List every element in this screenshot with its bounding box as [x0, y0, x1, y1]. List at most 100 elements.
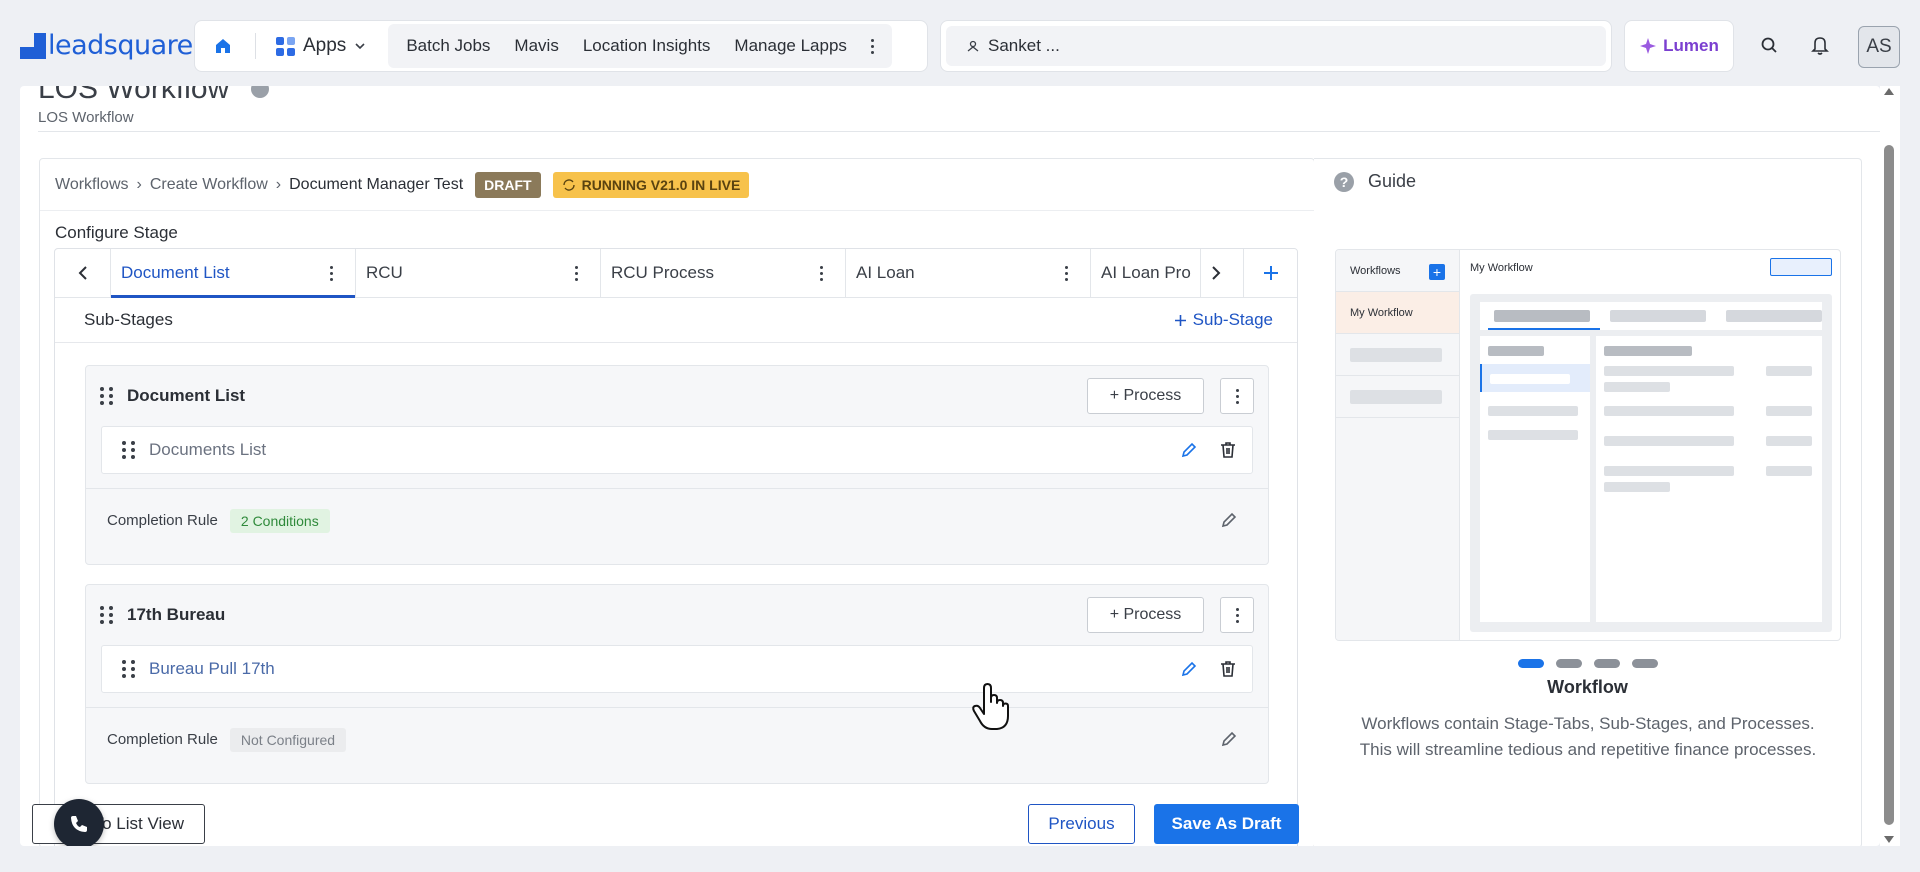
search-text: Sanket ... — [988, 36, 1060, 55]
search-button[interactable] — [1754, 30, 1784, 60]
agent-icon — [967, 40, 979, 52]
guide-step-indicator — [1314, 659, 1861, 668]
drag-handle-icon[interactable] — [100, 387, 113, 405]
edit-rule-icon[interactable] — [1220, 730, 1238, 748]
substage-more-button[interactable] — [1220, 597, 1254, 633]
logo-text: leadsquared — [48, 30, 210, 61]
more-links-icon[interactable] — [859, 38, 886, 54]
tab-more-icon[interactable] — [563, 265, 590, 281]
edit-rule-icon[interactable] — [1220, 511, 1238, 529]
step-dot-2[interactable] — [1555, 659, 1582, 668]
drag-handle-icon[interactable] — [122, 441, 135, 459]
scroll-down-arrow-icon[interactable] — [1884, 836, 1894, 843]
phone-call-button[interactable] — [54, 799, 104, 846]
search-input[interactable]: Sanket ... — [946, 26, 1606, 66]
stage-configurator: Document List RCU RCU Process AI Loan AI… — [54, 248, 1298, 846]
process-row[interactable]: Documents List — [101, 426, 1253, 474]
illustration-sidebar-label: Workflows — [1350, 264, 1401, 277]
nav-divider — [255, 33, 256, 59]
completion-rule-row: Completion Rule 2 Conditions — [86, 488, 1268, 552]
trash-icon[interactable] — [1218, 659, 1238, 679]
illustration-left-column — [1480, 336, 1590, 622]
tab-more-icon[interactable] — [808, 265, 835, 281]
quick-links: Batch Jobs Mavis Location Insights Manag… — [388, 24, 892, 68]
save-as-draft-button[interactable]: Save As Draft — [1154, 804, 1299, 844]
guide-title: Guide — [1368, 171, 1417, 191]
trash-icon[interactable] — [1218, 440, 1238, 460]
process-name: Documents List — [149, 440, 267, 459]
tab-label: AI Loan — [856, 263, 915, 282]
tab-label: Document List — [121, 263, 230, 282]
more-vertical-icon — [1235, 607, 1239, 623]
page-scrollbar-thumb[interactable] — [1884, 145, 1894, 825]
leadsquared-logo[interactable]: leadsquared — [20, 30, 210, 61]
add-process-button[interactable]: + Process — [1087, 378, 1204, 414]
quick-link-manage-lapps[interactable]: Manage Lapps — [722, 36, 858, 56]
help-icon: ? — [1334, 171, 1354, 192]
illustration-sidebar-item: My Workflow — [1336, 292, 1459, 334]
sparkle-icon — [1640, 38, 1657, 54]
tab-rcu-process[interactable]: RCU Process — [601, 249, 846, 297]
notifications-button[interactable] — [1805, 30, 1835, 60]
apps-label: Apps — [303, 35, 347, 56]
guide-description: Workflows contain Stage-Tabs, Sub-Stages… — [1359, 714, 1817, 759]
step-dot-4[interactable] — [1631, 659, 1658, 668]
plus-icon: + — [1429, 264, 1445, 280]
substages-label: Sub-Stages — [84, 310, 173, 329]
drag-handle-icon[interactable] — [100, 606, 113, 624]
logo-mark-icon — [20, 32, 46, 59]
illustration-main-title: My Workflow — [1470, 262, 1533, 274]
chevron-right-icon: › — [136, 175, 142, 193]
add-process-button[interactable]: + Process — [1087, 597, 1204, 633]
breadcrumb-workflows[interactable]: Workflows — [55, 176, 129, 194]
quick-link-location-insights[interactable]: Location Insights — [571, 36, 723, 56]
quick-link-mavis[interactable]: Mavis — [502, 36, 570, 56]
illustration-sidebar-title: Workflows + — [1336, 250, 1459, 292]
lumen-button[interactable]: Lumen — [1624, 20, 1734, 72]
bell-icon — [1811, 37, 1829, 55]
quick-link-batch-jobs[interactable]: Batch Jobs — [394, 36, 502, 56]
apps-menu-button[interactable]: Apps — [266, 26, 376, 66]
tabs-prev-button[interactable] — [55, 249, 111, 297]
breadcrumb-create-workflow[interactable]: Create Workflow — [150, 176, 268, 194]
breadcrumb: Workflows › Create Workflow › Document M… — [40, 159, 1314, 211]
global-search[interactable]: Sanket ... — [940, 20, 1612, 72]
plus-icon — [1174, 314, 1186, 326]
stage-tabs: Document List RCU RCU Process AI Loan AI… — [55, 249, 1297, 298]
add-stage-tab-button[interactable] — [1243, 249, 1297, 297]
edit-icon[interactable] — [1180, 441, 1198, 459]
completion-rule-label: Completion Rule — [107, 731, 218, 748]
tab-label: RCU Process — [611, 263, 714, 282]
phone-icon — [71, 816, 87, 832]
home-button[interactable] — [201, 26, 245, 66]
illustration-panel — [1470, 294, 1832, 632]
tab-rcu[interactable]: RCU — [356, 249, 601, 297]
add-substage-button[interactable]: Sub-Stage — [1174, 310, 1273, 330]
edit-icon[interactable] — [1180, 660, 1198, 678]
tab-more-icon[interactable] — [1053, 265, 1080, 281]
tab-ai-loan-pro[interactable]: AI Loan Pro — [1091, 249, 1201, 297]
chevron-left-icon — [78, 266, 87, 280]
substage-more-button[interactable] — [1220, 378, 1254, 414]
drag-handle-icon[interactable] — [122, 660, 135, 678]
tab-ai-loan[interactable]: AI Loan — [846, 249, 1091, 297]
home-icon — [216, 39, 230, 53]
scroll-up-arrow-icon[interactable] — [1884, 88, 1894, 95]
process-name: Bureau Pull 17th — [149, 659, 275, 678]
tab-label: AI Loan Pro — [1101, 263, 1191, 282]
tab-more-icon[interactable] — [318, 265, 345, 281]
step-dot-1[interactable] — [1517, 659, 1544, 668]
info-icon[interactable] — [251, 86, 269, 98]
tabs-next-button[interactable] — [1201, 249, 1231, 297]
process-row[interactable]: Bureau Pull 17th — [101, 645, 1253, 693]
apps-grid-icon — [276, 36, 295, 56]
user-avatar[interactable]: AS — [1858, 26, 1900, 68]
substage-header: Document List + Process — [86, 366, 1268, 426]
completion-rule-row: Completion Rule Not Configured — [86, 707, 1268, 771]
step-dot-3[interactable] — [1593, 659, 1620, 668]
previous-button[interactable]: Previous — [1028, 804, 1135, 844]
more-vertical-icon — [1235, 388, 1239, 404]
workflow-editor-panel: Workflows › Create Workflow › Document M… — [39, 158, 1315, 846]
tab-document-list[interactable]: Document List — [111, 249, 356, 298]
chevron-right-icon — [1212, 266, 1221, 280]
